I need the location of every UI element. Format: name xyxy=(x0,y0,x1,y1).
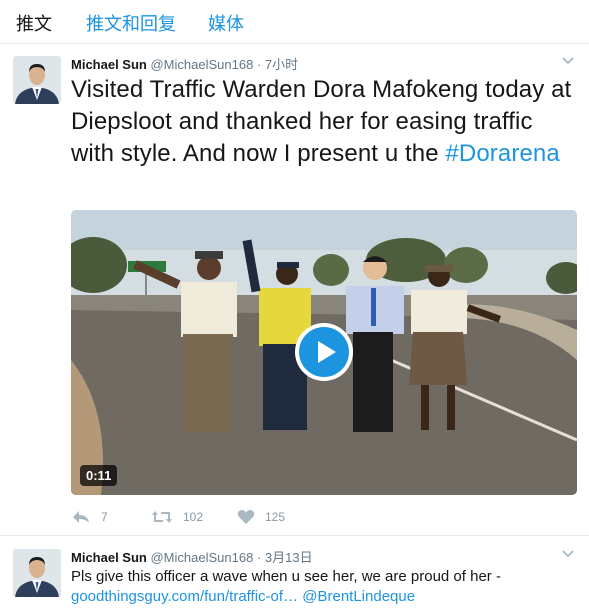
tweet-header: Michael Sun @MichaelSun168 · 7小时 xyxy=(71,54,298,73)
reply-count: 7 xyxy=(101,510,108,524)
hashtag-link[interactable]: #Dorarena xyxy=(445,140,559,167)
tab-media[interactable]: 媒体 xyxy=(208,10,244,36)
like-button[interactable]: 125 xyxy=(237,506,285,528)
mention-link[interactable]: @BrentLindeque xyxy=(302,588,415,605)
avatar-image xyxy=(13,56,61,104)
heart-icon xyxy=(237,510,255,524)
external-link[interactable]: goodthingsguy.com/fun/traffic-of… xyxy=(71,588,298,605)
chevron-down-icon[interactable] xyxy=(559,52,577,70)
tweet[interactable]: Michael Sun @MichaelSun168 · 7小时 Visited… xyxy=(0,44,589,536)
timestamp[interactable]: 7小时 xyxy=(265,57,298,72)
avatar[interactable] xyxy=(13,56,61,104)
display-name[interactable]: Michael Sun xyxy=(71,57,147,72)
tweet-actions: 7 102 125 xyxy=(71,506,371,528)
play-icon xyxy=(295,323,353,381)
video-player[interactable]: 0:11 xyxy=(71,210,577,495)
user-handle[interactable]: @MichaelSun168 xyxy=(150,550,253,565)
video-duration: 0:11 xyxy=(80,465,118,486)
tab-tweets-and-replies[interactable]: 推文和回复 xyxy=(86,10,176,36)
like-count: 125 xyxy=(265,510,286,524)
separator-dot: · xyxy=(256,550,262,565)
tweet[interactable]: Michael Sun @MichaelSun168 · 3月13日 Pls g… xyxy=(0,537,589,611)
tab-tweets[interactable]: 推文 xyxy=(16,10,52,36)
retweet-button[interactable]: 102 xyxy=(151,506,203,528)
profile-tabs: 推文 推文和回复 媒体 xyxy=(0,0,589,44)
chevron-down-icon[interactable] xyxy=(559,545,577,563)
reply-button[interactable]: 7 xyxy=(71,506,108,528)
tweet-text: Pls give this officer a wave when u see … xyxy=(71,567,576,607)
timestamp[interactable]: 3月13日 xyxy=(265,550,313,565)
avatar-image xyxy=(13,549,61,597)
user-handle[interactable]: @MichaelSun168 xyxy=(150,57,253,72)
separator-dot: · xyxy=(256,57,262,72)
display-name[interactable]: Michael Sun xyxy=(71,550,147,565)
tweet-body: Pls give this officer a wave when u see … xyxy=(71,568,501,585)
play-button[interactable] xyxy=(294,322,354,382)
avatar[interactable] xyxy=(13,549,61,597)
retweet-count: 102 xyxy=(183,510,204,524)
tweet-header: Michael Sun @MichaelSun168 · 3月13日 xyxy=(71,547,313,566)
retweet-icon xyxy=(152,511,172,523)
reply-icon xyxy=(73,511,89,523)
tweet-text: Visited Traffic Warden Dora Mafokeng tod… xyxy=(71,74,576,170)
